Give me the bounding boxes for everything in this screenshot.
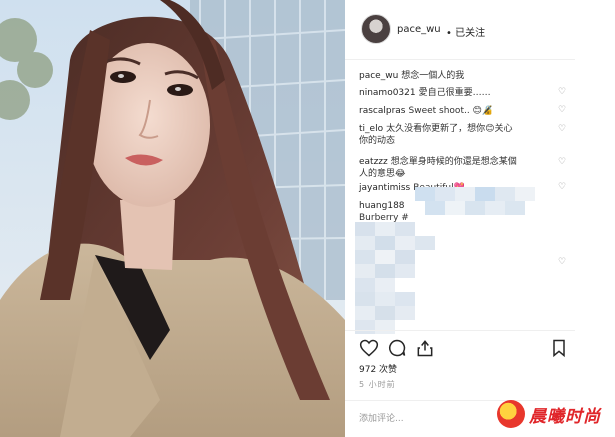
watermark-logo-icon [497,400,525,428]
comment-icon[interactable] [387,338,407,358]
heart-icon[interactable]: ♡ [558,258,568,267]
comment-user[interactable]: pace_wu [359,71,398,81]
heart-icon[interactable]: ♡ [558,183,568,192]
post-username[interactable]: pace_wu [397,24,441,35]
comment-caption: pace_wu 想念一個人的我 [359,70,464,82]
comment-user[interactable]: ti_elo [359,124,383,134]
comment-text: Sweet shoot.. 😊🔏 [408,106,494,116]
list-item: eatzzz 想念單身時候的你還是想念某個 [359,156,517,168]
post-timestamp: 5 小时前 [359,380,396,389]
post-sidebar: pace_wu • 已关注 pace_wu 想念一個人的我 ninamo0321 愛… [345,0,615,437]
follow-status[interactable]: • 已关注 [446,24,485,39]
watermark-text: 晨曦时尚 [529,407,601,427]
comment-text: 你的动态 [359,136,396,146]
add-comment-placeholder[interactable]: 添加评论... [359,411,404,424]
avatar[interactable] [361,14,391,44]
heart-icon[interactable]: ♡ [558,158,568,167]
post-header: pace_wu • 已关注 [345,0,575,60]
watermark: 晨曦时尚 [497,396,612,432]
portrait-image [0,0,345,437]
comment-user[interactable]: rascalpras [359,106,406,116]
bookmark-icon[interactable] [549,338,569,358]
comment-text: 太久没看你更新了，想你😊关心 [386,124,513,134]
heart-icon[interactable]: ♡ [558,125,568,134]
post-photo [0,0,345,437]
comment-user[interactable]: eatzzz [359,157,388,167]
list-item: 你的动态 [359,135,395,147]
heart-icon[interactable]: ♡ [558,88,568,97]
list-item: rascalpras Sweet shoot.. 😊🔏 [359,105,493,117]
list-item: ti_elo 太久没看你更新了，想你😊关心 [359,123,512,135]
list-item: ninamo0321 愛自己很重要…… [359,87,491,99]
comment-text: 愛自己很重要…… [418,88,491,98]
comment-user[interactable]: ninamo0321 [359,88,416,98]
heart-icon[interactable]: ♡ [558,106,568,115]
share-icon[interactable] [415,338,435,358]
comment-text: 人的意思😂 [359,169,406,179]
comment-text: 想念單身時候的你還是想念某個 [390,157,517,167]
list-item: 人的意思😂 [359,168,406,180]
heart-icon[interactable] [359,338,379,358]
comment-text: 想念一個人的我 [401,71,465,81]
pixelated-comment-area [355,187,535,334]
likes-count[interactable]: 972 次赞 [359,362,397,375]
post-actions [345,330,575,360]
